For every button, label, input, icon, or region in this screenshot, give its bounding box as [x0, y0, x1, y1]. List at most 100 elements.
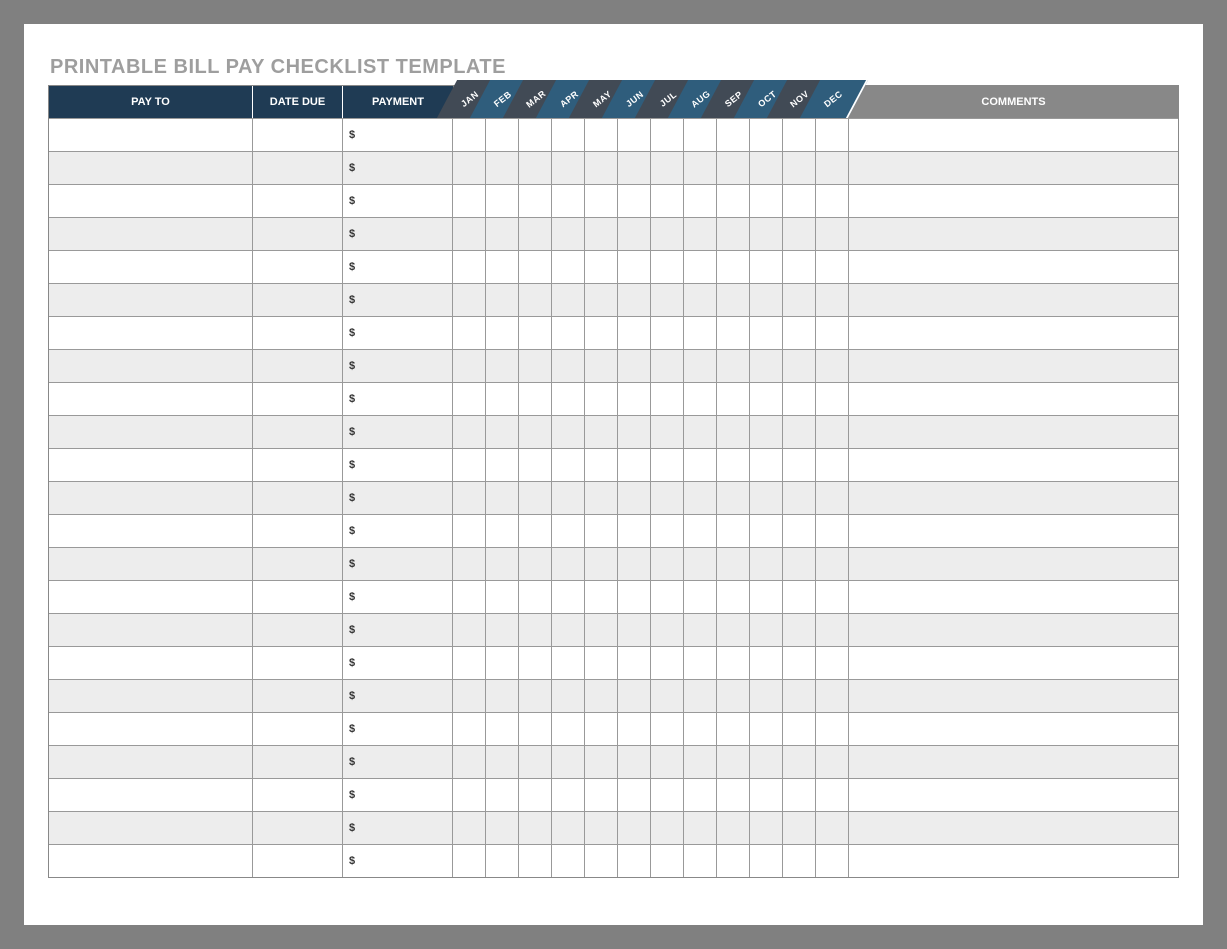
cell-comments[interactable] — [849, 218, 1178, 250]
cell-payment[interactable]: $ — [343, 515, 453, 547]
cell-comments[interactable] — [849, 614, 1178, 646]
cell-month-jun[interactable] — [618, 152, 651, 184]
cell-month-oct[interactable] — [750, 680, 783, 712]
cell-month-aug[interactable] — [684, 416, 717, 448]
cell-pay-to[interactable] — [49, 152, 253, 184]
cell-pay-to[interactable] — [49, 845, 253, 877]
cell-month-apr[interactable] — [552, 548, 585, 580]
cell-comments[interactable] — [849, 680, 1178, 712]
cell-month-nov[interactable] — [783, 416, 816, 448]
cell-month-dec[interactable] — [816, 746, 849, 778]
cell-month-mar[interactable] — [519, 581, 552, 613]
cell-comments[interactable] — [849, 416, 1178, 448]
cell-month-oct[interactable] — [750, 218, 783, 250]
cell-month-feb[interactable] — [486, 317, 519, 349]
cell-month-aug[interactable] — [684, 152, 717, 184]
cell-month-jan[interactable] — [453, 515, 486, 547]
cell-payment[interactable]: $ — [343, 845, 453, 877]
cell-month-jun[interactable] — [618, 416, 651, 448]
cell-month-may[interactable] — [585, 119, 618, 151]
cell-pay-to[interactable] — [49, 680, 253, 712]
cell-month-jul[interactable] — [651, 647, 684, 679]
cell-month-apr[interactable] — [552, 185, 585, 217]
cell-month-apr[interactable] — [552, 614, 585, 646]
cell-month-dec[interactable] — [816, 713, 849, 745]
cell-payment[interactable]: $ — [343, 350, 453, 382]
cell-month-may[interactable] — [585, 647, 618, 679]
cell-date-due[interactable] — [253, 449, 343, 481]
cell-month-jan[interactable] — [453, 812, 486, 844]
cell-month-jan[interactable] — [453, 845, 486, 877]
cell-month-jan[interactable] — [453, 680, 486, 712]
cell-month-aug[interactable] — [684, 218, 717, 250]
cell-month-apr[interactable] — [552, 779, 585, 811]
cell-month-jun[interactable] — [618, 383, 651, 415]
cell-month-apr[interactable] — [552, 515, 585, 547]
cell-month-apr[interactable] — [552, 647, 585, 679]
cell-month-may[interactable] — [585, 251, 618, 283]
cell-date-due[interactable] — [253, 350, 343, 382]
cell-month-mar[interactable] — [519, 812, 552, 844]
cell-month-may[interactable] — [585, 449, 618, 481]
cell-month-oct[interactable] — [750, 185, 783, 217]
cell-month-jun[interactable] — [618, 713, 651, 745]
cell-month-may[interactable] — [585, 680, 618, 712]
cell-month-jul[interactable] — [651, 779, 684, 811]
cell-month-mar[interactable] — [519, 152, 552, 184]
cell-month-jun[interactable] — [618, 614, 651, 646]
cell-comments[interactable] — [849, 581, 1178, 613]
cell-month-jun[interactable] — [618, 482, 651, 514]
cell-month-oct[interactable] — [750, 482, 783, 514]
cell-month-may[interactable] — [585, 416, 618, 448]
cell-month-nov[interactable] — [783, 581, 816, 613]
cell-month-jun[interactable] — [618, 317, 651, 349]
cell-month-aug[interactable] — [684, 779, 717, 811]
cell-payment[interactable]: $ — [343, 218, 453, 250]
cell-month-jan[interactable] — [453, 251, 486, 283]
cell-month-jan[interactable] — [453, 416, 486, 448]
cell-month-mar[interactable] — [519, 284, 552, 316]
cell-month-jul[interactable] — [651, 350, 684, 382]
cell-month-aug[interactable] — [684, 119, 717, 151]
cell-month-mar[interactable] — [519, 515, 552, 547]
cell-month-nov[interactable] — [783, 812, 816, 844]
cell-month-feb[interactable] — [486, 647, 519, 679]
cell-month-jan[interactable] — [453, 614, 486, 646]
cell-pay-to[interactable] — [49, 713, 253, 745]
cell-month-feb[interactable] — [486, 812, 519, 844]
cell-month-aug[interactable] — [684, 647, 717, 679]
cell-month-dec[interactable] — [816, 614, 849, 646]
cell-month-sep[interactable] — [717, 515, 750, 547]
cell-month-jun[interactable] — [618, 251, 651, 283]
cell-month-jul[interactable] — [651, 812, 684, 844]
cell-month-mar[interactable] — [519, 845, 552, 877]
cell-month-mar[interactable] — [519, 119, 552, 151]
cell-month-jul[interactable] — [651, 746, 684, 778]
cell-month-jun[interactable] — [618, 548, 651, 580]
cell-month-sep[interactable] — [717, 746, 750, 778]
cell-month-aug[interactable] — [684, 845, 717, 877]
cell-month-sep[interactable] — [717, 317, 750, 349]
cell-month-dec[interactable] — [816, 449, 849, 481]
cell-month-aug[interactable] — [684, 449, 717, 481]
cell-payment[interactable]: $ — [343, 779, 453, 811]
cell-pay-to[interactable] — [49, 218, 253, 250]
cell-month-jan[interactable] — [453, 383, 486, 415]
cell-month-jul[interactable] — [651, 383, 684, 415]
cell-comments[interactable] — [849, 119, 1178, 151]
cell-date-due[interactable] — [253, 812, 343, 844]
cell-month-feb[interactable] — [486, 581, 519, 613]
cell-payment[interactable]: $ — [343, 383, 453, 415]
cell-pay-to[interactable] — [49, 581, 253, 613]
cell-month-mar[interactable] — [519, 218, 552, 250]
cell-month-sep[interactable] — [717, 812, 750, 844]
cell-month-jan[interactable] — [453, 779, 486, 811]
cell-month-jul[interactable] — [651, 680, 684, 712]
cell-payment[interactable]: $ — [343, 482, 453, 514]
cell-comments[interactable] — [849, 482, 1178, 514]
cell-month-mar[interactable] — [519, 614, 552, 646]
cell-month-jan[interactable] — [453, 185, 486, 217]
cell-month-nov[interactable] — [783, 251, 816, 283]
cell-comments[interactable] — [849, 152, 1178, 184]
cell-month-dec[interactable] — [816, 548, 849, 580]
